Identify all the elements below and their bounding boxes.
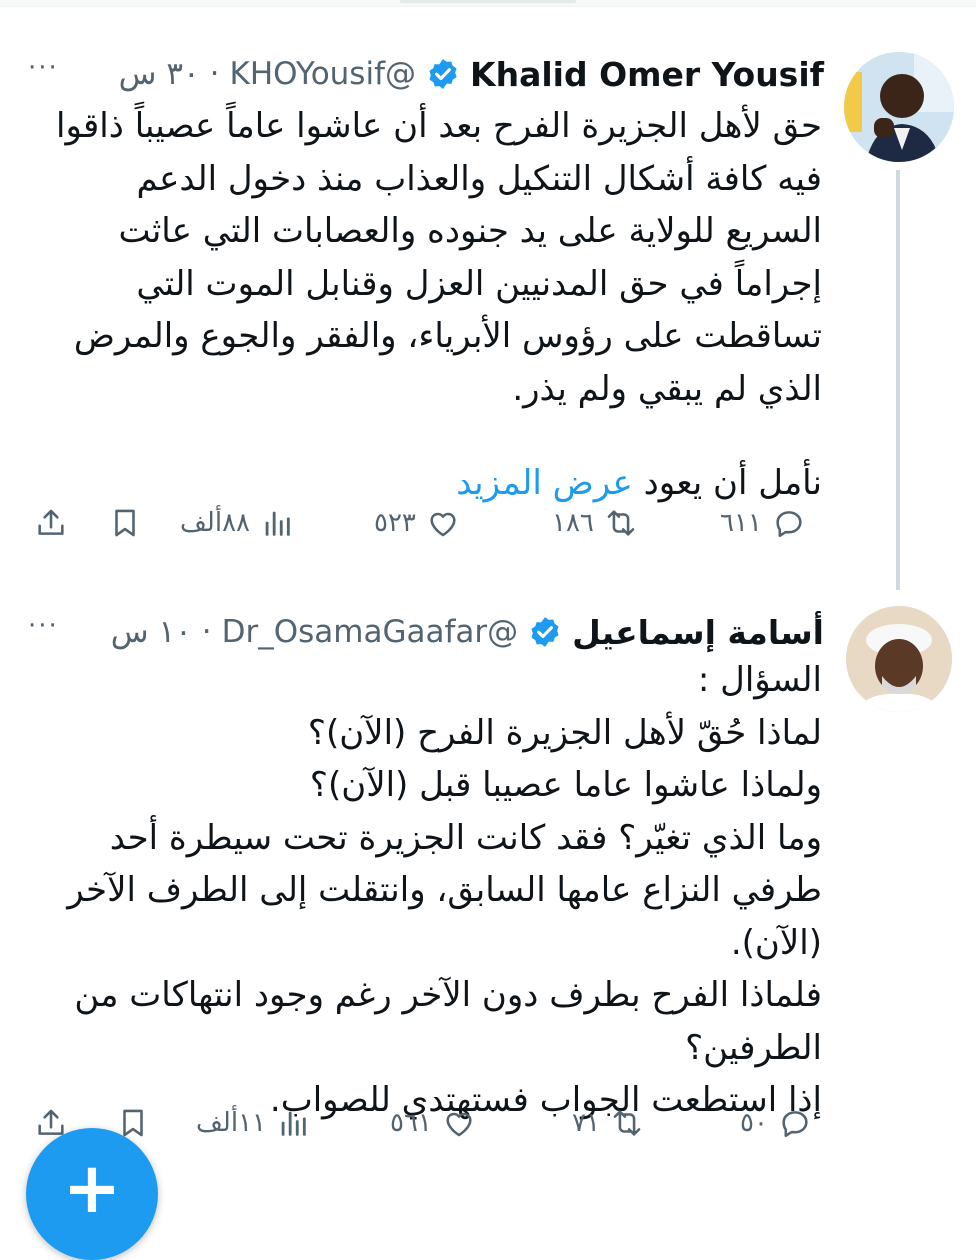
reply-icon xyxy=(776,511,802,538)
retweet-button[interactable]: ١٨٦ xyxy=(552,498,638,548)
tweet[interactable]: أسامة إسماعيل @Dr_OsamaGaafar · ١٠ س ···… xyxy=(0,598,976,1200)
tweet-line: لماذا حُقّ لأهل الجزيرة الفرح (الآن)؟ xyxy=(307,712,822,753)
tweet-text: حق لأهل الجزيرة الفرح بعد أن عاشوا عاماً… xyxy=(40,100,822,510)
tweet[interactable]: Khalid Omer Yousif @KHOYousif · ٣٠ س ···… xyxy=(0,40,976,560)
avatar[interactable] xyxy=(844,52,954,162)
views-icon xyxy=(281,1111,306,1136)
timestamp[interactable]: ١٠ س xyxy=(111,614,192,650)
bookmark-button[interactable] xyxy=(108,498,142,548)
verified-badge-icon xyxy=(531,617,559,647)
avatar-photo xyxy=(846,606,952,712)
top-sheet-handle xyxy=(0,0,976,7)
reply-button[interactable]: ٦١١ xyxy=(720,498,806,548)
tweet-header: أسامة إسماعيل @Dr_OsamaGaafar · ١٠ س xyxy=(111,604,824,660)
avatar-photo xyxy=(844,52,954,162)
views-button[interactable]: ١١ألف xyxy=(196,1098,310,1148)
tweet-line: طرفي النزاع عامها السابق، وانتقلت إلى ال… xyxy=(67,870,822,910)
tweet-line: السريع للولاية على يد جنوده والعصابات ال… xyxy=(118,211,822,251)
tweet-line: السؤال : xyxy=(697,660,822,700)
like-button[interactable]: ٥٦١ xyxy=(390,1098,476,1148)
author-name[interactable]: Khalid Omer Yousif xyxy=(470,55,824,94)
view-count: ١١ألف xyxy=(196,1108,266,1138)
tweet-line: الطرفين؟ xyxy=(685,1027,822,1068)
retweet-count: ١٨٦ xyxy=(552,508,594,538)
tweet-text: السؤال : لماذا حُقّ لأهل الجزيرة الفرح (… xyxy=(40,654,822,1127)
reply-icon xyxy=(782,1111,808,1138)
share-icon xyxy=(38,509,64,535)
like-icon xyxy=(446,1112,472,1137)
views-icon xyxy=(265,511,290,536)
retweet-count: ٧١ xyxy=(572,1108,600,1138)
compose-button[interactable]: + xyxy=(26,1128,158,1260)
retweet-icon xyxy=(613,1110,641,1136)
reply-button[interactable]: ٥٠ xyxy=(740,1098,812,1148)
share-button[interactable] xyxy=(34,498,68,548)
separator-dot: · xyxy=(209,56,220,92)
tweet-actions: ٥٠ ٧١ ٥٦١ ١١ألف xyxy=(0,1098,976,1148)
author-handle[interactable]: @KHOYousif xyxy=(230,56,416,92)
more-icon[interactable]: ··· xyxy=(28,55,59,81)
tweet-line: ولماذا عاشوا عاما عصيبا قبل (الآن)؟ xyxy=(309,765,822,805)
separator-dot: · xyxy=(201,614,212,650)
show-more-link[interactable]: عرض المزيد xyxy=(456,463,633,503)
retweet-icon xyxy=(607,510,635,536)
timestamp[interactable]: ٣٠ س xyxy=(119,56,200,92)
retweet-button[interactable]: ٧١ xyxy=(572,1098,644,1148)
verified-badge-icon xyxy=(429,59,457,89)
author-name[interactable]: أسامة إسماعيل xyxy=(572,613,824,652)
last-line-text: نأمل أن يعود xyxy=(643,463,822,503)
tweet-line: فيه كافة أشكال التنكيل والعذاب منذ دخول … xyxy=(136,158,822,199)
tweet-header: Khalid Omer Yousif @KHOYousif · ٣٠ س xyxy=(119,46,824,102)
like-button[interactable]: ٥٢٣ xyxy=(374,498,460,548)
tweet-line: وما الذي تغيّر؟ فقد كانت الجزيرة تحت سيط… xyxy=(109,817,822,858)
reply-count: ٥٠ xyxy=(740,1108,768,1138)
tweet-line: (الآن). xyxy=(730,922,822,963)
tweet-line: إجراماً في حق المدنيين العزل وقنابل المو… xyxy=(136,263,822,304)
tweet-line: حق لأهل الجزيرة الفرح بعد أن عاشوا عاماً… xyxy=(56,106,822,146)
like-icon xyxy=(430,512,456,537)
grip-bar xyxy=(400,0,576,3)
views-button[interactable]: ٨٨ألف xyxy=(180,498,294,548)
plus-icon: + xyxy=(62,1147,122,1229)
avatar[interactable] xyxy=(846,606,952,712)
tweet-line: تساقطت على رؤوس الأبرياء، والفقر والجوع … xyxy=(73,316,822,356)
like-count: ٥٢٣ xyxy=(374,508,416,538)
tweet-line: فلماذا الفرح بطرف دون الآخر رغم وجود انت… xyxy=(74,975,822,1015)
tweet-actions: ٦١١ ١٨٦ ٥٢٣ ٨٨ألف xyxy=(0,498,976,548)
bookmark-icon xyxy=(115,509,135,537)
more-icon[interactable]: ··· xyxy=(28,613,59,639)
tweet-line: الذي لم يبقي ولم يذر. xyxy=(512,368,822,409)
like-count: ٥٦١ xyxy=(390,1108,432,1138)
author-handle[interactable]: @Dr_OsamaGaafar xyxy=(222,614,519,650)
reply-count: ٦١١ xyxy=(720,508,762,538)
view-count: ٨٨ألف xyxy=(180,508,250,538)
